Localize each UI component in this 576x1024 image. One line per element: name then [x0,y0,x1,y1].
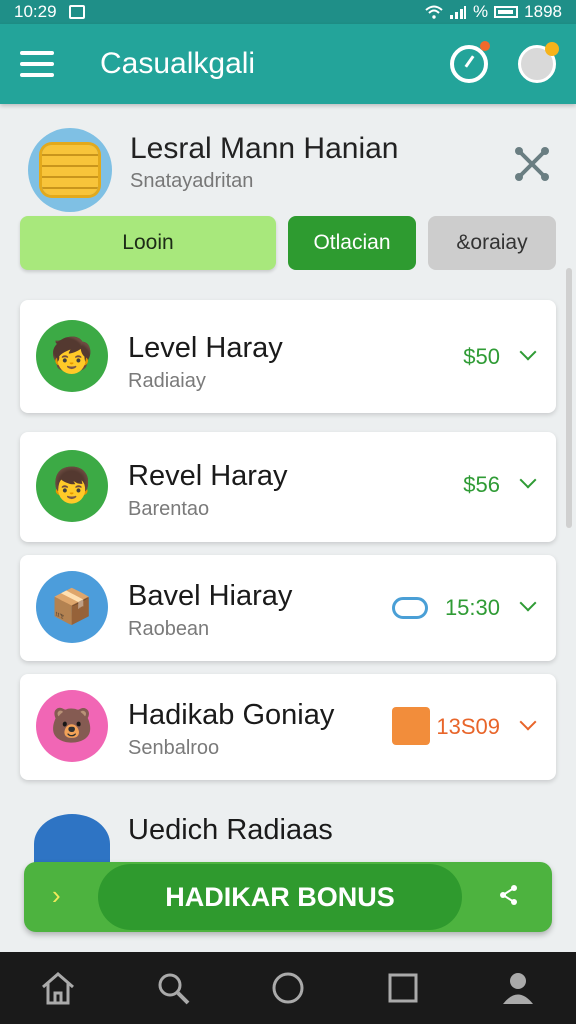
status-battery-text: 1898 [524,2,562,21]
action-buttons: Looin Otlacian &oraiay [20,216,556,270]
list-item-subtitle: Radiaiay [128,370,206,392]
list-item-subtitle: Senbalroo [128,737,220,759]
app-bar: Casualkgali [0,24,576,104]
list-item-value: 15:30 [444,595,500,620]
boy-phone-icon: 👦 [36,450,108,522]
bottom-nav [0,952,576,1024]
list-item-title: Hadikab Goniay [128,699,335,731]
list-item-value: $50 [463,344,500,369]
close-button[interactable] [508,140,556,188]
list-item-subtitle: Raobean [128,618,210,640]
list-item-title: Bavel Hiaray [128,580,293,612]
status-bar: 10:29 % 1898 [0,0,576,24]
list-item[interactable]: 📦 Bavel Hiaray Raobean 15:30 [20,555,556,661]
status-time: 10:29 [14,2,57,21]
list-item-value: $56 [463,472,500,497]
header-subtitle: Snatayadritan [130,170,254,192]
list-item-value: 13S09 [436,714,500,739]
wifi-icon [425,5,443,19]
search-icon[interactable] [153,968,193,1008]
profile-avatar-icon[interactable] [518,42,559,83]
status-right: % 1898 [425,2,562,22]
share-icon[interactable] [498,884,520,906]
chevron-down-icon[interactable] [519,594,537,612]
chevron-down-icon[interactable] [519,343,537,361]
menu-icon[interactable] [20,51,54,77]
gift-icon [392,707,430,745]
treasure-book-icon: 📦 [36,571,108,643]
battery-icon [494,6,519,18]
green-action-button[interactable]: Otlacian [288,216,416,270]
login-button[interactable]: Looin [20,216,276,270]
list-item-title: Level Haray [128,332,283,364]
cloud-icon [392,597,428,619]
app-title: Casualkgali [100,47,256,80]
timer-icon[interactable] [450,41,490,83]
circle-icon[interactable] [268,968,308,1008]
close-icon [515,147,549,181]
bonus-bar[interactable]: › HADIKAR BONUS [24,862,552,932]
home-icon[interactable] [38,968,78,1008]
scrollbar[interactable] [566,268,572,528]
bonus-button[interactable]: HADIKAR BONUS [98,864,462,930]
status-percent: % [473,2,489,21]
notification-icon [68,5,85,19]
list-item-title: Uedich Radiaas [128,814,333,846]
list-item-title: Revel Haray [128,460,288,492]
gray-action-button[interactable]: &oraiay [428,216,556,270]
signal-icon [450,6,467,19]
boy-coins-icon: 🧒 [36,320,108,392]
list-item-subtitle: Barentao [128,498,210,520]
chevron-down-icon[interactable] [519,713,537,731]
list-item[interactable]: 🐻 Hadikab Goniay Senbalroo 13S09 [20,674,556,780]
list-item[interactable]: 🧒 Level Haray Radiaiay $50 [20,300,556,413]
bear-icon: 🐻 [36,690,108,762]
list-item[interactable]: 👦 Revel Haray Barentao $56 [20,432,556,542]
chevron-right-icon: › [52,880,61,910]
header-title: Lesral Mann Hanian [130,132,399,165]
coin-stack-icon [28,128,112,212]
square-icon[interactable] [383,968,423,1008]
chevron-down-icon[interactable] [519,471,537,489]
profile-icon[interactable] [498,968,538,1008]
